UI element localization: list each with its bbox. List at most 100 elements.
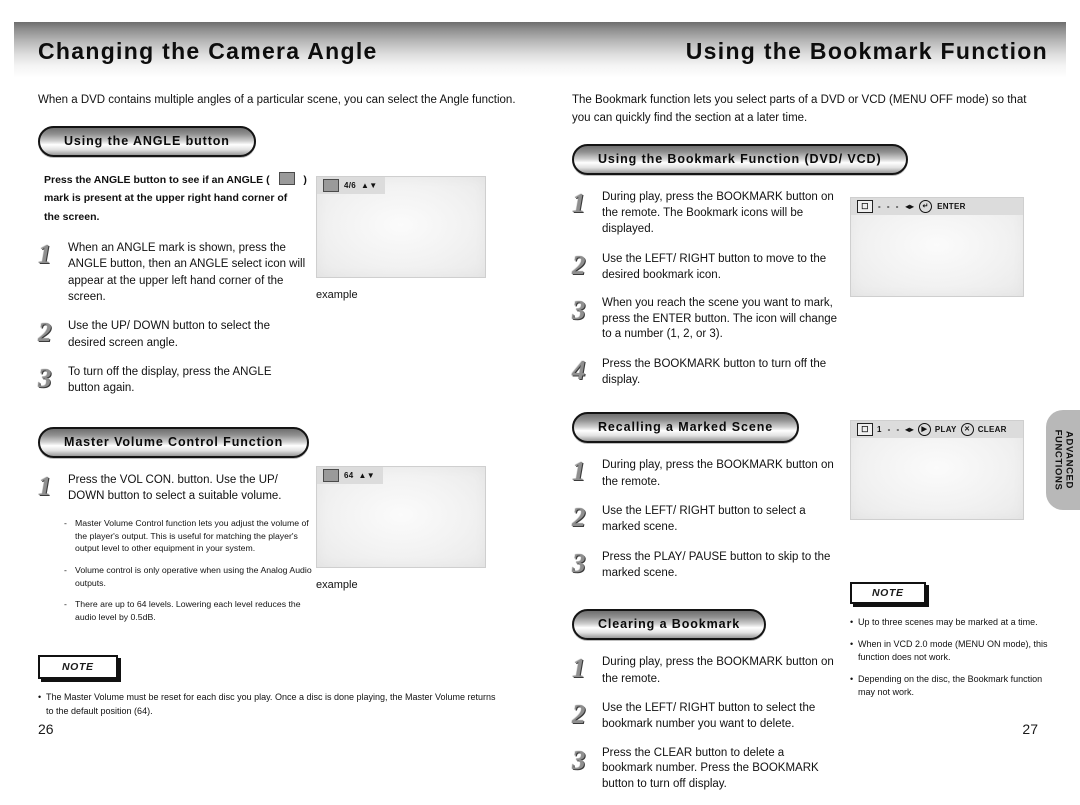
- note-item: • When in VCD 2.0 mode (MENU ON mode), t…: [850, 638, 1050, 665]
- volume-value: 64: [344, 471, 354, 480]
- step-item: 1 During play, press the BOOKMARK button…: [572, 654, 834, 687]
- subnote-item: - Master Volume Control function lets yo…: [64, 517, 314, 555]
- note-item-text: Up to three scenes may be marked at a ti…: [858, 617, 1038, 627]
- volume-subnotes: - Master Volume Control function lets yo…: [64, 517, 314, 623]
- enter-icon: ↵: [919, 200, 933, 213]
- angle-bold-line1-end: ): [303, 173, 307, 186]
- left-note-block: NOTE • The Master Volume must be reset f…: [38, 655, 518, 718]
- angle-steps-list: 1 When an ANGLE mark is shown, press the…: [38, 240, 306, 397]
- step-item: 2 Use the UP/ DOWN button to select the …: [38, 318, 306, 351]
- clear-steps-list: 1 During play, press the BOOKMARK button…: [572, 654, 834, 792]
- bookmark-steps-list: 1 During play, press the BOOKMARK button…: [572, 189, 844, 389]
- dash-bullet: -: [64, 565, 67, 576]
- note-item: • The Master Volume must be reset for ea…: [38, 691, 500, 718]
- osd-bar-angle: 4/6 ▲▼: [317, 177, 386, 194]
- step-text: During play, press the BOOKMARK button o…: [602, 656, 834, 685]
- osd-bar-recall: ☐ 1 - - ◂▸ ▶ PLAY ✕ CLEAR: [851, 421, 1023, 438]
- section-heading-master-volume: Master Volume Control Function: [38, 426, 310, 458]
- volume-icon: [323, 469, 339, 482]
- step-number: 3: [38, 362, 52, 393]
- step-text: Use the LEFT/ RIGHT button to select the…: [602, 702, 816, 731]
- subnote-item: - There are up to 64 levels. Lowering ea…: [64, 598, 314, 623]
- enter-label: ENTER: [937, 202, 966, 211]
- note-label: NOTE: [38, 655, 118, 680]
- bookmark-icon: ☐: [857, 423, 873, 436]
- angle-bold-line3: the screen.: [44, 210, 100, 223]
- step-item: 1 Press the VOL CON. button. Use the UP/…: [38, 472, 288, 505]
- tv-screen-bookmark: ☐ - - - ◂▸ ↵ ENTER: [850, 197, 1024, 297]
- clear-icon: ✕: [960, 423, 974, 436]
- example-caption: example: [316, 289, 358, 301]
- subnote-text: Master Volume Control function lets you …: [75, 518, 309, 554]
- step-number: 2: [38, 317, 52, 348]
- osd-bar-bookmark: ☐ - - - ◂▸ ↵ ENTER: [851, 198, 1023, 215]
- step-text: Press the PLAY/ PAUSE button to skip to …: [602, 550, 831, 580]
- play-label: PLAY: [934, 425, 957, 434]
- bookmark-marks: - - -: [878, 202, 901, 211]
- angle-bold-line1: Press the ANGLE button to see if an ANGL…: [44, 173, 270, 186]
- note-item-text: When in VCD 2.0 mode (MENU ON mode), thi…: [858, 638, 1048, 663]
- step-item: 2 Use the LEFT/ RIGHT button to select a…: [572, 503, 844, 536]
- step-text: Press the BOOKMARK button to turn off th…: [602, 357, 827, 387]
- recall-marks: 1 - -: [877, 425, 902, 434]
- step-item: 3 Press the CLEAR button to delete a boo…: [572, 746, 834, 793]
- step-item: 3 When you reach the scene you want to m…: [572, 296, 844, 343]
- right-note-block: NOTE • Up to three scenes may be marked …: [850, 582, 1050, 708]
- step-number: 2: [572, 502, 586, 533]
- step-item: 1 During play, press the BOOKMARK button…: [572, 189, 844, 238]
- page-header-banner: Changing the Camera Angle Using the Book…: [14, 22, 1066, 78]
- step-number: 1: [572, 187, 586, 218]
- right-intro-text: The Bookmark function lets you select pa…: [572, 94, 1027, 124]
- step-text: Use the UP/ DOWN button to select the de…: [68, 320, 270, 349]
- step-text: When an ANGLE mark is shown, press the A…: [68, 241, 306, 303]
- page-title-left: Changing the Camera Angle: [38, 38, 378, 64]
- bullet-dot: •: [38, 692, 42, 703]
- step-number: 3: [572, 295, 586, 326]
- section-heading-bookmark-function: Using the Bookmark Function (DVD/ VCD): [572, 143, 908, 175]
- left-page: When a DVD contains multiple angles of a…: [38, 92, 518, 726]
- step-number: 2: [572, 249, 586, 280]
- section-heading-using-angle-button: Using the ANGLE button: [38, 125, 256, 157]
- left-note-list: • The Master Volume must be reset for ea…: [38, 691, 500, 718]
- play-icon: ▶: [917, 423, 931, 436]
- step-text: Press the CLEAR button to delete a bookm…: [602, 746, 819, 790]
- page-number-left: 26: [38, 721, 54, 737]
- right-note-list: • Up to three scenes may be marked at a …: [850, 616, 1050, 700]
- example-caption: example: [316, 579, 358, 591]
- bullet-dot: •: [850, 673, 854, 684]
- tv-screen-volume: 64 ▲▼: [316, 466, 486, 568]
- bullet-dot: •: [850, 638, 854, 649]
- step-number: 3: [572, 547, 586, 578]
- angle-bold-line2: mark is present at the upper right hand …: [44, 192, 288, 205]
- step-item: 4 Press the BOOKMARK button to turn off …: [572, 356, 844, 389]
- side-tab-line2: FUNCTIONS: [1052, 429, 1064, 491]
- step-text: Use the LEFT/ RIGHT button to move to th…: [602, 252, 827, 281]
- note-item-text: Depending on the disc, the Bookmark func…: [858, 673, 1043, 698]
- note-item: • Depending on the disc, the Bookmark fu…: [850, 673, 1050, 700]
- bullet-dot: •: [850, 617, 854, 627]
- angle-value: 4/6: [344, 181, 357, 190]
- osd-bar-volume: 64 ▲▼: [317, 467, 383, 484]
- page-number-right: 27: [1022, 721, 1038, 737]
- step-text: Press the VOL CON. button. Use the UP/ D…: [68, 473, 282, 502]
- dash-bullet: -: [64, 518, 67, 529]
- angle-example-figure: 4/6 ▲▼ example: [316, 176, 486, 301]
- volume-steps-list: 1 Press the VOL CON. button. Use the UP/…: [38, 472, 288, 505]
- tv-screen-angle: 4/6 ▲▼: [316, 176, 486, 278]
- step-number: 1: [38, 238, 52, 269]
- step-text: During play, press the BOOKMARK button o…: [602, 190, 834, 236]
- page-title-right: Using the Bookmark Function: [685, 38, 1048, 64]
- step-number: 1: [38, 470, 52, 501]
- dash-bullet: -: [64, 599, 67, 610]
- leftright-arrows-icon: ◂▸: [905, 425, 914, 434]
- subnote-item: - Volume control is only operative when …: [64, 564, 314, 589]
- tv-screen-recall: ☐ 1 - - ◂▸ ▶ PLAY ✕ CLEAR: [850, 420, 1024, 520]
- step-number: 1: [572, 653, 586, 684]
- side-tab-line1: ADVANCED: [1063, 431, 1075, 489]
- note-item: • Up to three scenes may be marked at a …: [850, 616, 1050, 630]
- step-number: 3: [572, 744, 586, 775]
- step-text: During play, press the BOOKMARK button o…: [602, 459, 834, 488]
- step-item: 2 Use the LEFT/ RIGHT button to move to …: [572, 251, 844, 284]
- step-number: 2: [572, 699, 586, 730]
- step-item: 1 When an ANGLE mark is shown, press the…: [38, 240, 306, 305]
